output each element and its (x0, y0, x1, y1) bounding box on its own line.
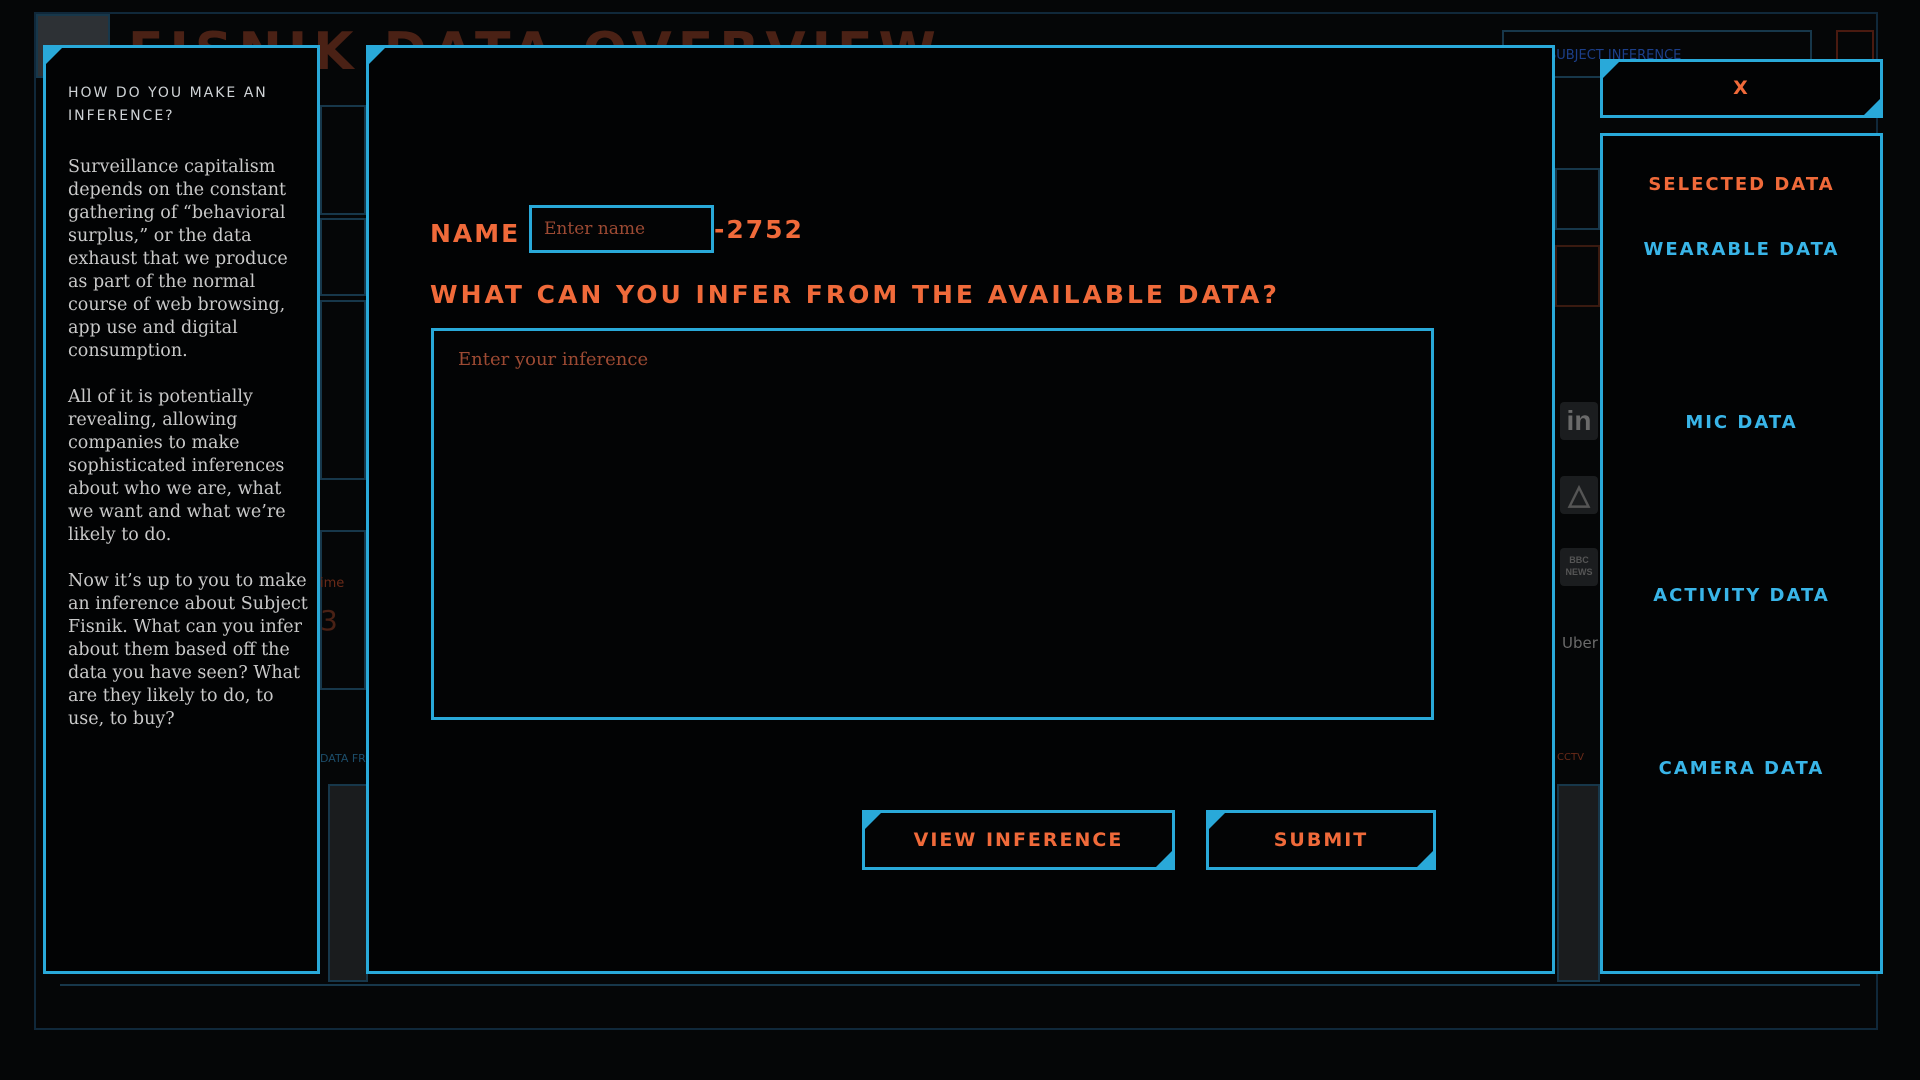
name-label: NAME (430, 219, 521, 248)
view-inference-button[interactable]: VIEW INFERENCE (862, 810, 1175, 870)
inference-textarea[interactable] (431, 328, 1434, 720)
close-button[interactable]: X (1600, 59, 1883, 118)
inference-info-panel: How do you make an inference? Surveillan… (43, 45, 320, 974)
close-icon: X (1733, 77, 1750, 99)
info-heading: How do you make an inference? (68, 85, 268, 124)
linkedin-icon: in (1560, 402, 1598, 440)
bg-panel-2 (320, 218, 366, 296)
selected-data-item-mic[interactable]: MIC DATA (1603, 412, 1880, 433)
name-input[interactable] (529, 205, 714, 253)
snapchat-icon: △ (1560, 476, 1598, 514)
bg-video-tile-1 (1555, 168, 1600, 230)
bg-time-value: 3 (320, 604, 338, 637)
view-inference-label: VIEW INFERENCE (913, 829, 1124, 851)
bbc-news-icon: BBC NEWS (1560, 548, 1598, 586)
info-paragraph-2: All of it is potentially revealing, allo… (68, 387, 286, 545)
bg-video-tile-2 (1555, 245, 1600, 307)
selected-data-title: SELECTED DATA (1648, 174, 1835, 195)
selected-data-item-activity[interactable]: ACTIVITY DATA (1603, 585, 1880, 606)
info-paragraph-1: Surveillance capitalism depends on the c… (68, 157, 288, 361)
bg-divider (60, 984, 1860, 986)
selected-data-item-wearable[interactable]: WEARABLE DATA (1603, 239, 1880, 260)
submit-label: SUBMIT (1273, 829, 1369, 851)
bg-time-label: ime (320, 576, 345, 591)
submit-button[interactable]: SUBMIT (1206, 810, 1436, 870)
selected-data-item-camera[interactable]: CAMERA DATA (1603, 758, 1880, 779)
bg-cctv-label: CCTV (1557, 752, 1584, 763)
inference-modal: NAME -2752 WHAT CAN YOU INFER FROM THE A… (366, 45, 1555, 974)
bg-cctv-thumb (1557, 784, 1600, 982)
name-suffix: -2752 (714, 215, 804, 244)
bg-camera-thumb (328, 784, 368, 982)
info-paragraph-3: Now it’s up to you to make an inference … (68, 571, 308, 729)
bg-panel-3 (320, 300, 366, 480)
bg-panel-1 (320, 105, 366, 215)
selected-data-panel: SELECTED DATA WEARABLE DATA MIC DATA ACT… (1600, 133, 1883, 974)
info-body: Surveillance capitalism depends on the c… (68, 156, 308, 754)
inference-question: WHAT CAN YOU INFER FROM THE AVAILABLE DA… (430, 280, 1280, 309)
uber-icon: Uber (1562, 634, 1598, 652)
